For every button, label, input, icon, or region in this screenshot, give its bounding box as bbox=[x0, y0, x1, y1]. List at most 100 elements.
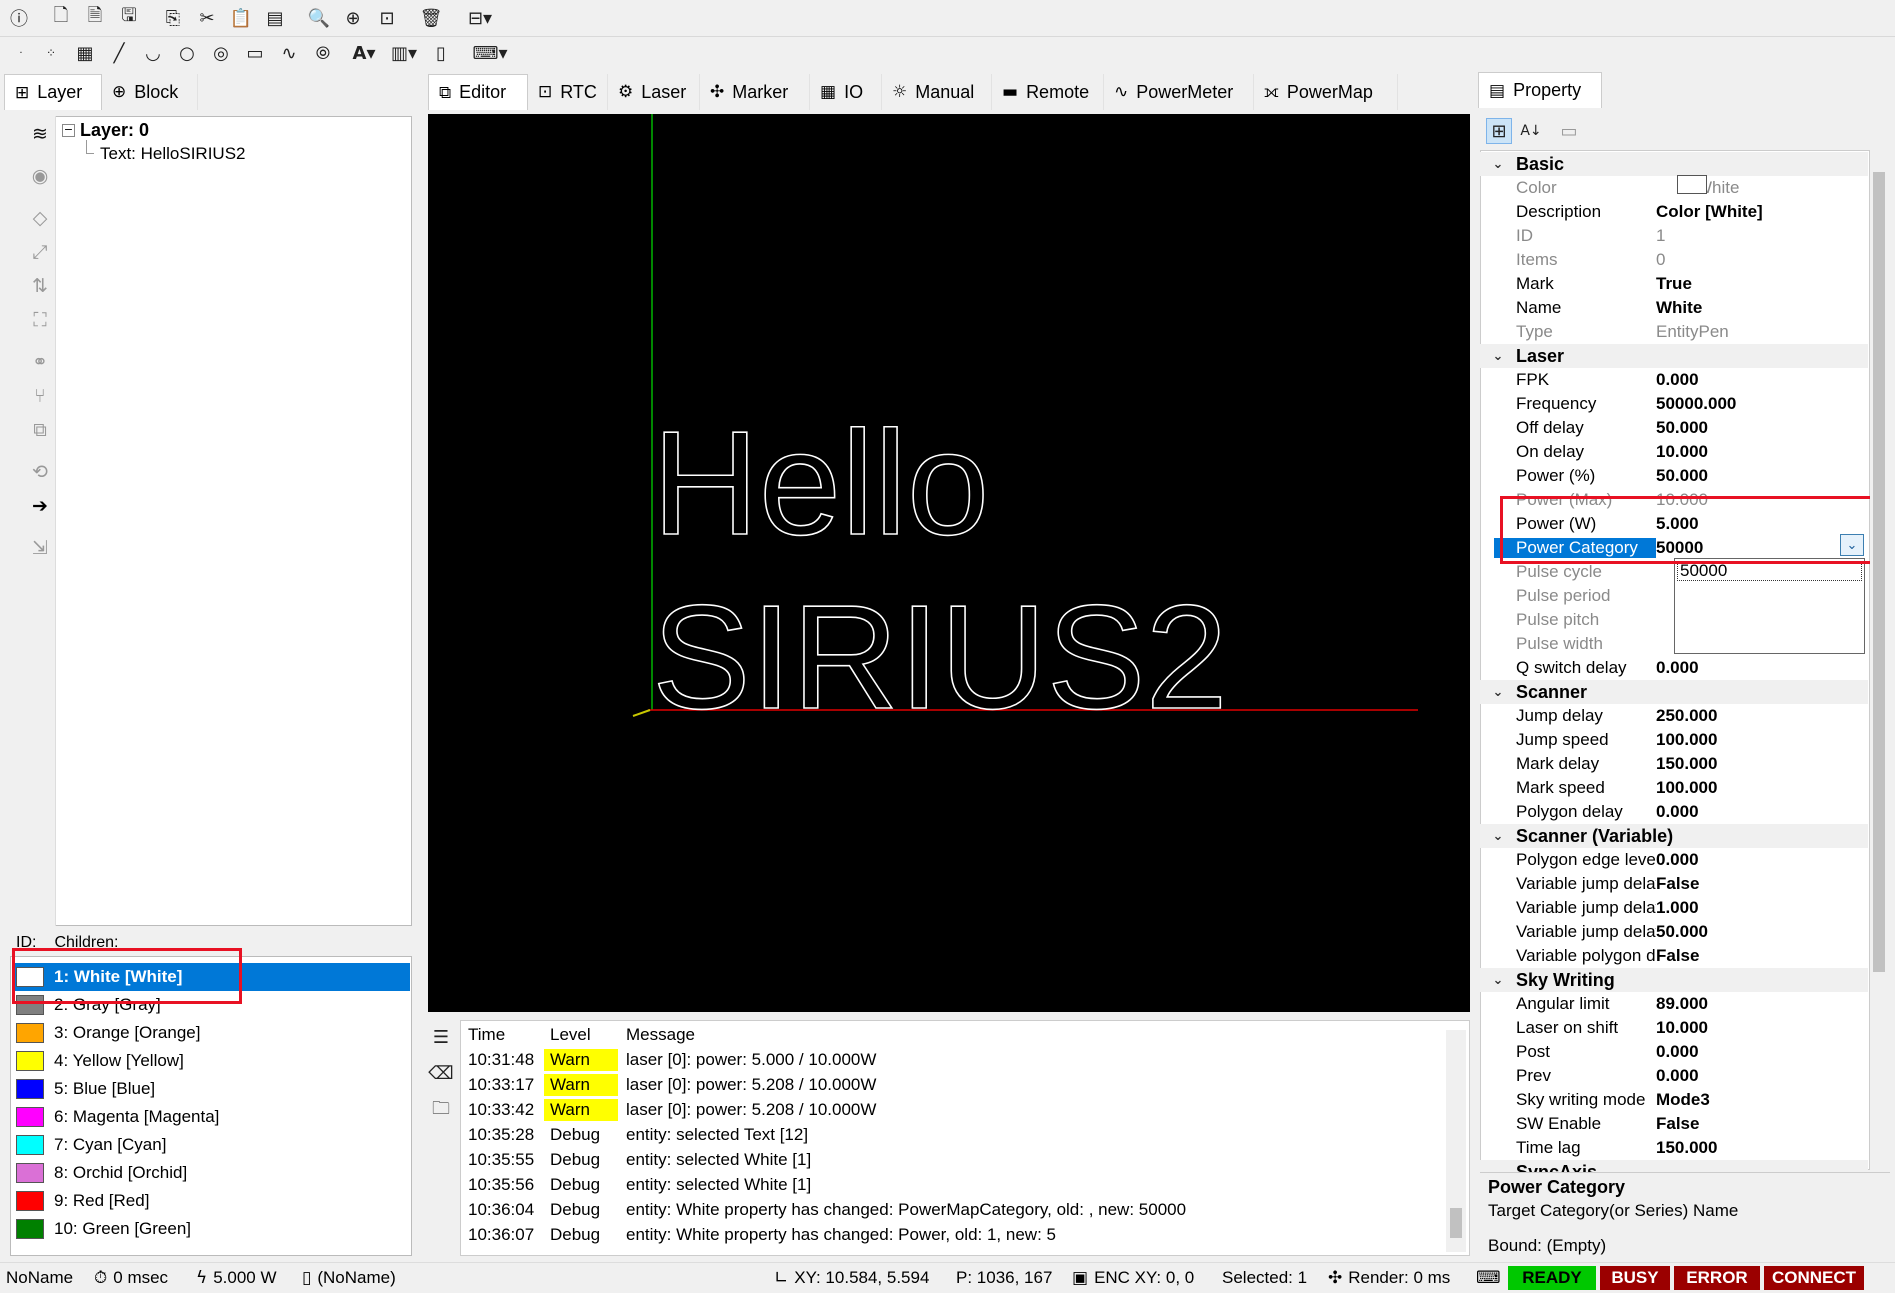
tab-layer[interactable]: ⊞ Layer bbox=[4, 74, 102, 110]
log-row[interactable]: 10:35:55 Debug entity: selected White [1] bbox=[462, 1147, 1442, 1172]
pen-list-item[interactable]: 5: Blue [Blue] bbox=[12, 1075, 410, 1103]
raster-icon[interactable]: ▦ bbox=[72, 40, 98, 66]
property-row[interactable]: ID 1 bbox=[1494, 224, 1868, 248]
tab-manual[interactable]: ☼ Manual bbox=[882, 74, 992, 110]
property-value[interactable]: 89.000 bbox=[1656, 994, 1868, 1014]
property-row[interactable]: Mark delay 150.000 bbox=[1494, 752, 1868, 776]
property-value[interactable]: 10.000 bbox=[1656, 442, 1868, 462]
rectangle-icon[interactable]: ▭ bbox=[242, 40, 268, 66]
property-value[interactable]: 0.000 bbox=[1656, 370, 1868, 390]
property-pages-icon[interactable]: ▭ bbox=[1556, 118, 1582, 144]
property-value[interactable]: 0.000 bbox=[1656, 1066, 1868, 1086]
property-value[interactable]: 0.000 bbox=[1656, 850, 1868, 870]
chevron-down-icon[interactable]: ⌄ bbox=[1480, 829, 1516, 844]
curve-icon[interactable]: ∿ bbox=[276, 40, 302, 66]
property-value[interactable]: 100.000 bbox=[1656, 778, 1868, 798]
split-icon[interactable]: ⑂ bbox=[26, 382, 54, 410]
point-icon[interactable]: · bbox=[8, 40, 34, 66]
property-category-basic[interactable]: ⌄ Basic bbox=[1480, 152, 1868, 176]
property-value[interactable]: 0.000 bbox=[1656, 802, 1868, 822]
property-value[interactable]: 50000.000 bbox=[1656, 394, 1868, 414]
property-row[interactable]: Power (%) 50.000 bbox=[1494, 464, 1868, 488]
property-row[interactable]: Type EntityPen bbox=[1494, 320, 1868, 344]
copy-icon[interactable]: ⎘ bbox=[160, 5, 186, 31]
info-icon[interactable]: ⓘ bbox=[6, 5, 32, 31]
spiral-icon[interactable]: ◎ bbox=[208, 40, 234, 66]
property-row[interactable]: Description Color [White] bbox=[1494, 200, 1868, 224]
property-value[interactable]: 0.000 bbox=[1656, 1042, 1868, 1062]
pen-list-item[interactable]: 9: Red [Red] bbox=[12, 1187, 410, 1215]
paste-array-icon[interactable]: ▤ bbox=[262, 5, 288, 31]
tree-layer-node[interactable]: Layer: 0 bbox=[80, 120, 149, 141]
arc-icon[interactable]: ◡ bbox=[140, 40, 166, 66]
property-value[interactable]: Color [White] bbox=[1656, 202, 1868, 222]
points-icon[interactable]: ⁘ bbox=[38, 40, 64, 66]
merge-icon[interactable]: ⧉ bbox=[26, 416, 54, 444]
property-row[interactable]: Prev 0.000 bbox=[1494, 1064, 1868, 1088]
property-row[interactable]: Mark speed 100.000 bbox=[1494, 776, 1868, 800]
chevron-down-icon[interactable]: ⌄ bbox=[1480, 973, 1516, 988]
new-document-icon[interactable]: 🗋 bbox=[48, 5, 74, 31]
property-row[interactable]: Name White bbox=[1494, 296, 1868, 320]
chevron-down-icon[interactable]: ⌄ bbox=[1480, 157, 1516, 172]
property-row[interactable]: On delay 10.000 bbox=[1494, 440, 1868, 464]
property-value[interactable]: False bbox=[1656, 946, 1868, 966]
tab-powermap[interactable]: ⟗ PowerMap bbox=[1254, 74, 1398, 110]
text-icon[interactable]: A▾ bbox=[344, 40, 384, 66]
property-row[interactable]: FPK 0.000 bbox=[1494, 368, 1868, 392]
log-scroll-thumb[interactable] bbox=[1450, 1208, 1462, 1238]
property-row[interactable]: Post 0.000 bbox=[1494, 1040, 1868, 1064]
zoom-out-icon[interactable]: 🔍 bbox=[306, 5, 332, 31]
align-icon[interactable]: ⊟▾ bbox=[460, 5, 500, 31]
property-row[interactable]: Laser on shift 10.000 bbox=[1494, 1016, 1868, 1040]
cut-icon[interactable]: ✂ bbox=[194, 5, 220, 31]
property-value[interactable]: 150.000 bbox=[1656, 754, 1868, 774]
delete-icon[interactable]: 🗑 bbox=[418, 5, 444, 31]
property-value[interactable]: 50.000 bbox=[1656, 466, 1868, 486]
path-icon[interactable]: ⤢ bbox=[26, 238, 54, 266]
property-category-sky[interactable]: ⌄ Sky Writing bbox=[1480, 968, 1868, 992]
tree-collapse-icon[interactable]: − bbox=[62, 124, 75, 137]
categorized-icon[interactable]: ⊞ bbox=[1486, 118, 1512, 144]
pen-list-item[interactable]: 10: Green [Green] bbox=[12, 1215, 410, 1243]
command-icon[interactable]: ⌨▾ bbox=[470, 40, 510, 66]
pen-list-item[interactable]: 4: Yellow [Yellow] bbox=[12, 1047, 410, 1075]
tab-rtc[interactable]: ⊡ RTC bbox=[528, 74, 608, 110]
rotate-icon[interactable]: ⟲ bbox=[26, 458, 54, 486]
property-category-scanner_var[interactable]: ⌄ Scanner (Variable) bbox=[1480, 824, 1868, 848]
property-row[interactable]: Variable polygon de False bbox=[1494, 944, 1868, 968]
property-row[interactable]: Time lag 150.000 bbox=[1494, 1136, 1868, 1160]
property-value[interactable]: Mode3 bbox=[1656, 1090, 1868, 1110]
bound-icon[interactable]: ⛶ bbox=[26, 306, 54, 334]
power-category-dropdown[interactable]: 50000 bbox=[1674, 558, 1865, 654]
circle-icon[interactable]: ○ bbox=[174, 40, 200, 66]
property-category-laser[interactable]: ⌄ Laser bbox=[1480, 344, 1868, 368]
log-row[interactable]: 10:33:17 Warn laser [0]: power: 5.208 / 10… bbox=[462, 1072, 1442, 1097]
property-row[interactable]: SW Enable False bbox=[1494, 1112, 1868, 1136]
property-row[interactable]: Polygon delay 0.000 bbox=[1494, 800, 1868, 824]
property-row[interactable]: Polygon edge level 0.000 bbox=[1494, 848, 1868, 872]
tab-powermeter[interactable]: ∿ PowerMeter bbox=[1104, 74, 1254, 110]
connect-badge[interactable]: CONNECT bbox=[1764, 1266, 1864, 1290]
paste-icon[interactable]: 📋 bbox=[228, 5, 254, 31]
arrow-circle-icon[interactable]: ➔ bbox=[26, 492, 54, 520]
log-row[interactable]: 10:31:48 Warn laser [0]: power: 5.000 / 10… bbox=[462, 1047, 1442, 1072]
property-value[interactable]: 50.000 bbox=[1656, 922, 1868, 942]
tab-remote[interactable]: ▬ Remote bbox=[992, 74, 1104, 110]
property-row[interactable]: Q switch delay 0.000 bbox=[1494, 656, 1868, 680]
chevron-down-icon[interactable]: ⌄ bbox=[1480, 349, 1516, 364]
property-row[interactable]: Jump speed 100.000 bbox=[1494, 728, 1868, 752]
eraser-icon[interactable]: ⌫ bbox=[428, 1060, 454, 1086]
property-value[interactable]: EntityPen bbox=[1656, 322, 1868, 342]
property-value[interactable]: True bbox=[1656, 274, 1868, 294]
property-row[interactable]: Mark True bbox=[1494, 272, 1868, 296]
tab-block[interactable]: ⊕ Block bbox=[102, 74, 198, 110]
export-icon[interactable]: ⇲ bbox=[26, 534, 54, 562]
property-row[interactable]: Variable jump delay 1.000 bbox=[1494, 896, 1868, 920]
link-icon[interactable]: ⚭ bbox=[26, 348, 54, 376]
property-category-scanner[interactable]: ⌄ Scanner bbox=[1480, 680, 1868, 704]
property-value[interactable]: 100.000 bbox=[1656, 730, 1868, 750]
property-value[interactable]: 1 bbox=[1656, 226, 1868, 246]
line-icon[interactable]: ╱ bbox=[106, 40, 132, 66]
pen-list-item[interactable]: 8: Orchid [Orchid] bbox=[12, 1159, 410, 1187]
